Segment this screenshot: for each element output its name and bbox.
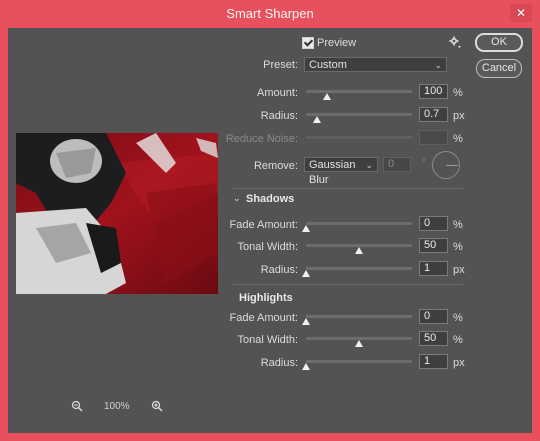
amount-slider[interactable] — [306, 90, 412, 100]
shadows-fade-amount-label: Fade Amount: — [229, 219, 299, 231]
highlights-fade-amount-unit: % — [453, 312, 463, 324]
divider — [233, 284, 463, 285]
highlights-radius-thumb[interactable] — [302, 363, 310, 370]
radius-slider-thumb[interactable] — [312, 116, 321, 123]
radius-label: Radius: — [260, 110, 298, 122]
amount-field[interactable]: 100 — [419, 84, 448, 99]
shadows-radius-label: Radius: — [260, 264, 298, 276]
radius-slider[interactable] — [306, 113, 412, 123]
highlights-radius-label: Radius: — [260, 357, 298, 369]
highlights-radius-slider[interactable] — [302, 360, 412, 370]
shadows-tonal-width-label: Tonal Width: — [237, 241, 298, 253]
highlights-title[interactable]: Highlights — [239, 292, 293, 304]
shadows-fade-amount-slider[interactable] — [302, 222, 412, 232]
preview-checkbox[interactable] — [302, 37, 314, 49]
highlights-fade-amount-field[interactable]: 0 — [419, 309, 448, 324]
chevron-down-icon: ⌄ — [434, 60, 442, 70]
highlights-radius-unit: px — [453, 357, 465, 369]
reduce-noise-label: Reduce Noise: — [225, 133, 298, 145]
shadows-tonal-width-thumb[interactable] — [355, 247, 363, 254]
close-button[interactable]: ✕ — [510, 4, 532, 22]
highlights-tonal-width-unit: % — [453, 334, 463, 346]
zoom-level: 100% — [104, 401, 130, 412]
highlights-tonal-width-label: Tonal Width: — [237, 334, 298, 346]
highlights-tonal-width-slider[interactable] — [306, 337, 412, 347]
reduce-noise-field — [419, 130, 448, 145]
ok-button[interactable]: OK — [475, 33, 523, 52]
highlights-fade-amount-label: Fade Amount: — [229, 312, 299, 324]
preview-label: Preview — [317, 37, 357, 49]
angle-dial — [432, 151, 460, 179]
radius-unit: px — [453, 110, 465, 122]
highlights-tonal-width-thumb[interactable] — [355, 340, 363, 347]
chevron-down-icon: ⌄ — [365, 160, 373, 170]
shadows-radius-unit: px — [453, 264, 465, 276]
shadows-chevron-icon[interactable]: ⌄ — [233, 193, 241, 204]
shadows-radius-field[interactable]: 1 — [419, 261, 448, 276]
shadows-tonal-width-unit: % — [453, 241, 463, 253]
highlights-tonal-width-field[interactable]: 50 — [419, 331, 448, 346]
divider — [233, 188, 463, 189]
shadows-title[interactable]: Shadows — [246, 193, 294, 205]
reduce-noise-slider — [306, 136, 412, 139]
highlights-fade-amount-thumb[interactable] — [302, 318, 310, 325]
shadows-tonal-width-slider[interactable] — [306, 244, 412, 254]
preview-image[interactable] — [16, 133, 218, 294]
cancel-button[interactable]: Cancel — [476, 59, 522, 78]
title-bar: Smart Sharpen ✕ — [0, 0, 540, 28]
remove-select[interactable]: Gaussian Blur ⌄ — [304, 157, 378, 186]
angle-field: 0 — [383, 157, 411, 172]
shadows-radius-slider[interactable] — [302, 267, 412, 277]
shadows-tonal-width-field[interactable]: 50 — [419, 238, 448, 253]
shadows-radius-thumb[interactable] — [302, 270, 310, 277]
dialog-title: Smart Sharpen — [226, 6, 314, 21]
amount-slider-thumb[interactable] — [323, 93, 332, 100]
preset-label: Preset: — [263, 59, 298, 71]
zoom-out-icon[interactable] — [70, 400, 84, 414]
shadows-fade-amount-thumb[interactable] — [302, 225, 310, 232]
shadows-fade-amount-unit: % — [453, 219, 463, 231]
amount-label: Amount: — [257, 87, 298, 99]
reduce-noise-unit: % — [453, 133, 463, 145]
gear-icon[interactable] — [449, 36, 461, 51]
angle-unit: ° — [422, 157, 426, 167]
remove-label: Remove: — [253, 160, 298, 172]
amount-unit: % — [453, 87, 463, 99]
preset-value: Custom — [309, 59, 347, 71]
zoom-in-icon[interactable] — [150, 400, 164, 414]
shadows-fade-amount-field[interactable]: 0 — [419, 216, 448, 231]
radius-field[interactable]: 0.7 — [419, 107, 448, 122]
preset-select[interactable]: Custom ⌄ — [304, 57, 447, 72]
highlights-radius-field[interactable]: 1 — [419, 354, 448, 369]
highlights-fade-amount-slider[interactable] — [302, 315, 412, 325]
